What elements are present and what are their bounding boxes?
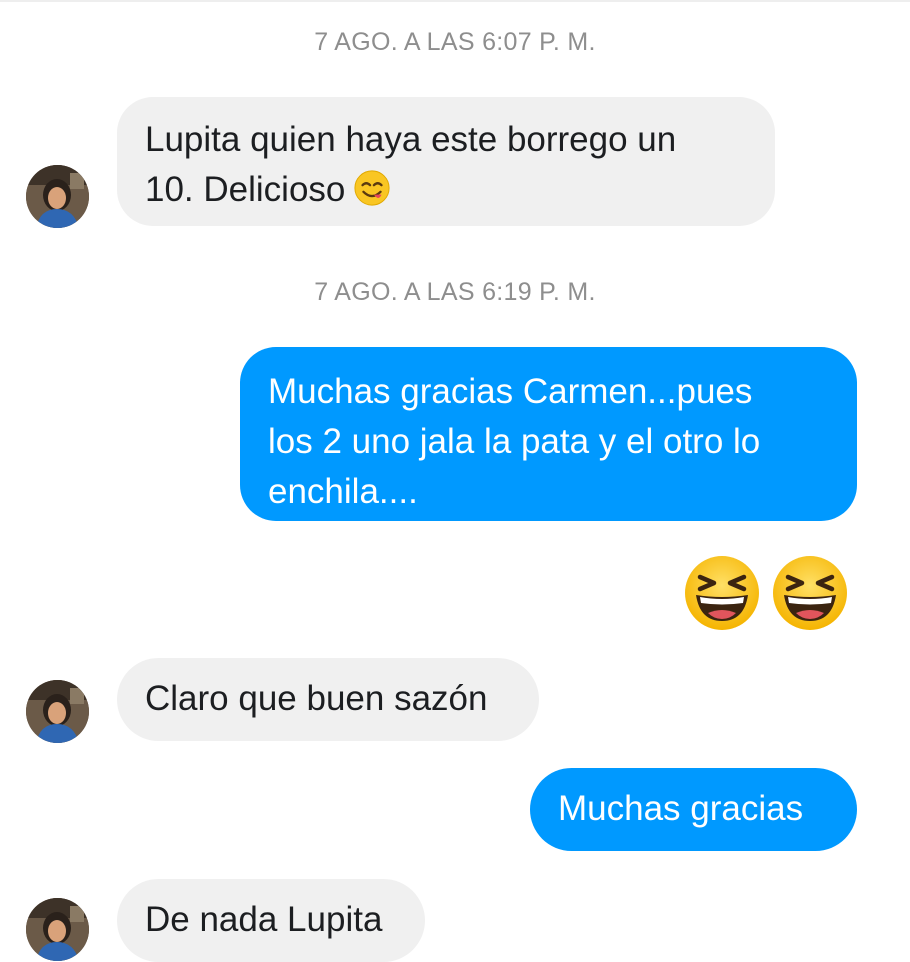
timestamp: 7 AGO. A LAS 6:07 P. M. (314, 28, 596, 56)
contact-avatar[interactable] (26, 898, 89, 961)
grinning-squinting-emoji-icon (682, 553, 762, 633)
message-bubble-incoming[interactable]: Lupita quien haya este borrego un 10. De… (117, 97, 775, 226)
message-text: Muchas gracias Carmen...pues (268, 372, 753, 411)
message-text: Muchas gracias (558, 789, 804, 828)
message-text: los 2 uno jala la pata y el otro lo (268, 422, 761, 461)
message-text: De nada Lupita (145, 900, 383, 939)
message-text: enchila.... (268, 472, 418, 511)
message-bubble-incoming[interactable]: De nada Lupita (117, 879, 425, 962)
top-divider (0, 0, 910, 2)
grinning-squinting-emoji-icon (770, 553, 850, 633)
savoring-food-emoji-icon (353, 169, 391, 221)
message-bubble-outgoing[interactable]: Muchas gracias Carmen...pues los 2 uno j… (240, 347, 857, 521)
contact-avatar[interactable] (26, 680, 89, 743)
message-bubble-outgoing[interactable]: Muchas gracias (530, 768, 857, 851)
emoji-message-outgoing[interactable] (682, 553, 850, 633)
contact-avatar[interactable] (26, 165, 89, 228)
message-bubble-incoming[interactable]: Claro que buen sazón (117, 658, 539, 741)
message-text: Lupita quien haya este borrego un (145, 120, 677, 159)
timestamp: 7 AGO. A LAS 6:19 P. M. (314, 278, 596, 306)
message-text: Claro que buen sazón (145, 679, 488, 718)
message-text: 10. Delicioso (145, 170, 346, 209)
